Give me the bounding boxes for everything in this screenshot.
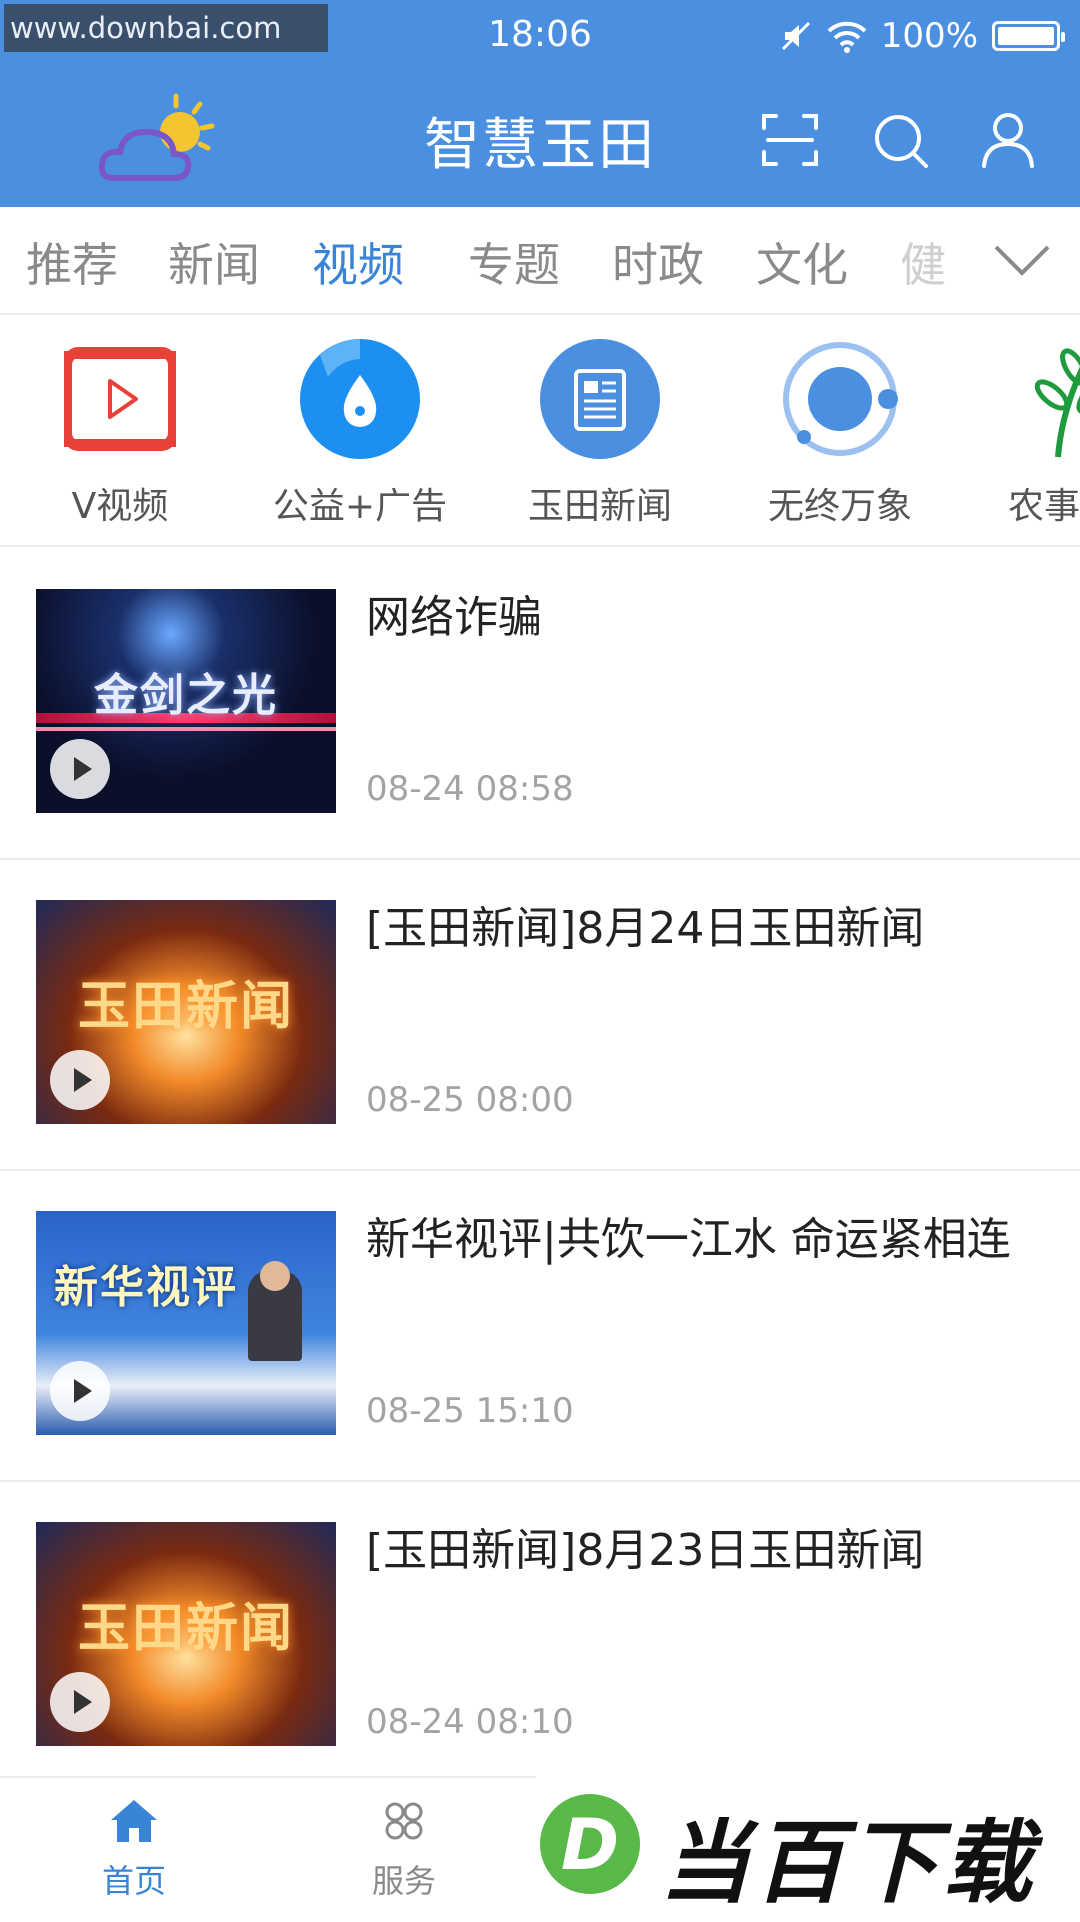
chevron-down-icon[interactable] (992, 241, 1052, 281)
nav-label: 首页 (101, 1862, 166, 1900)
play-icon[interactable] (50, 1050, 110, 1110)
video-list-item[interactable]: 金剑之光 网络诈骗 08-24 08:58 (0, 547, 1080, 860)
video-thumbnail[interactable]: 金剑之光 (36, 589, 336, 813)
user-icon[interactable] (976, 108, 1040, 172)
mute-icon (781, 21, 810, 51)
tab-health[interactable]: 健 (900, 229, 946, 295)
wifi-icon (827, 21, 867, 53)
scan-icon[interactable] (758, 108, 822, 172)
home-icon (111, 1800, 157, 1842)
tab-video[interactable]: 视频 (312, 229, 404, 295)
sprout-icon (1034, 348, 1080, 458)
newspaper-icon (540, 339, 660, 459)
video-thumbnail[interactable]: 玉田新闻 (36, 900, 336, 1124)
video-title[interactable]: [玉田新闻]8月24日玉田新闻 (366, 902, 1026, 956)
category-farming[interactable]: 农事 (980, 337, 1080, 529)
play-icon[interactable] (50, 739, 110, 799)
video-title[interactable]: 新华视评|共饮一江水 命运紧相连 (366, 1213, 1026, 1267)
video-title[interactable]: [玉田新闻]8月23日玉田新闻 (366, 1524, 1026, 1578)
battery-percent: 100% (880, 16, 978, 56)
category-row: V视频 公益+广告 玉田新闻 无终万象 农事 (0, 313, 1080, 547)
video-date: 08-24 08:58 (366, 769, 574, 809)
nav-services[interactable]: 服务 (334, 1796, 474, 1902)
brand-text: 当百下载 (660, 1811, 1036, 1916)
tab-topics[interactable]: 专题 (468, 229, 560, 295)
tab-politics[interactable]: 时政 (612, 229, 704, 295)
tab-culture[interactable]: 文化 (756, 229, 848, 295)
tab-news[interactable]: 新闻 (168, 229, 260, 295)
channel-tabs: 推荐 新闻 视频 专题 时政 文化 健 (0, 207, 1080, 315)
video-date: 08-25 15:10 (366, 1391, 574, 1431)
category-charity-ads[interactable]: 公益+广告 (260, 337, 460, 529)
video-date: 08-25 08:00 (366, 1080, 574, 1120)
nav-home[interactable]: 首页 (64, 1796, 204, 1902)
brand-watermark: 当百下载 (536, 1768, 1080, 1920)
tab-recommend[interactable]: 推荐 (26, 229, 118, 295)
video-date: 08-24 08:10 (366, 1702, 574, 1742)
thumbnail-caption: 玉田新闻 (77, 1598, 294, 1659)
video-thumbnail[interactable]: 新华视评 (36, 1211, 336, 1435)
water-drop-icon (300, 339, 420, 459)
video-list-item[interactable]: 玉田新闻 [玉田新闻]8月24日玉田新闻 08-25 08:00 (0, 858, 1080, 1171)
search-icon[interactable] (868, 108, 932, 172)
video-list-item[interactable]: 新华视评 新华视评|共饮一江水 命运紧相连 08-25 15:10 (0, 1169, 1080, 1482)
category-label: 无终万象 (767, 486, 912, 527)
category-label: 公益+广告 (272, 486, 448, 527)
category-v-video[interactable]: V视频 (20, 337, 220, 529)
nav-label: 服务 (371, 1862, 436, 1900)
thumbnail-caption: 玉田新闻 (77, 976, 294, 1037)
brand-logo-icon (540, 1794, 640, 1894)
play-icon[interactable] (50, 1672, 110, 1732)
battery-icon (992, 21, 1065, 51)
category-yutian-news[interactable]: 玉田新闻 (500, 337, 700, 529)
video-play-icon (64, 347, 176, 451)
category-wuzhong-wanxiang[interactable]: 无终万象 (740, 337, 940, 529)
video-title[interactable]: 网络诈骗 (366, 591, 1026, 645)
category-label: 农事 (1008, 486, 1080, 527)
orbit-icon (783, 342, 898, 456)
services-icon (385, 1802, 423, 1840)
play-icon[interactable] (50, 1361, 110, 1421)
video-thumbnail[interactable]: 玉田新闻 (36, 1522, 336, 1746)
status-icons: 100% (779, 16, 1065, 56)
app-header: www.downbai.com 18:06 100% 智慧玉田 (0, 0, 1080, 207)
thumbnail-caption: 金剑之光 (94, 670, 278, 721)
video-list-item[interactable]: 玉田新闻 [玉田新闻]8月23日玉田新闻 08-24 08:10 (0, 1480, 1080, 1793)
category-label: 玉田新闻 (527, 486, 672, 527)
category-label: V视频 (71, 486, 169, 527)
